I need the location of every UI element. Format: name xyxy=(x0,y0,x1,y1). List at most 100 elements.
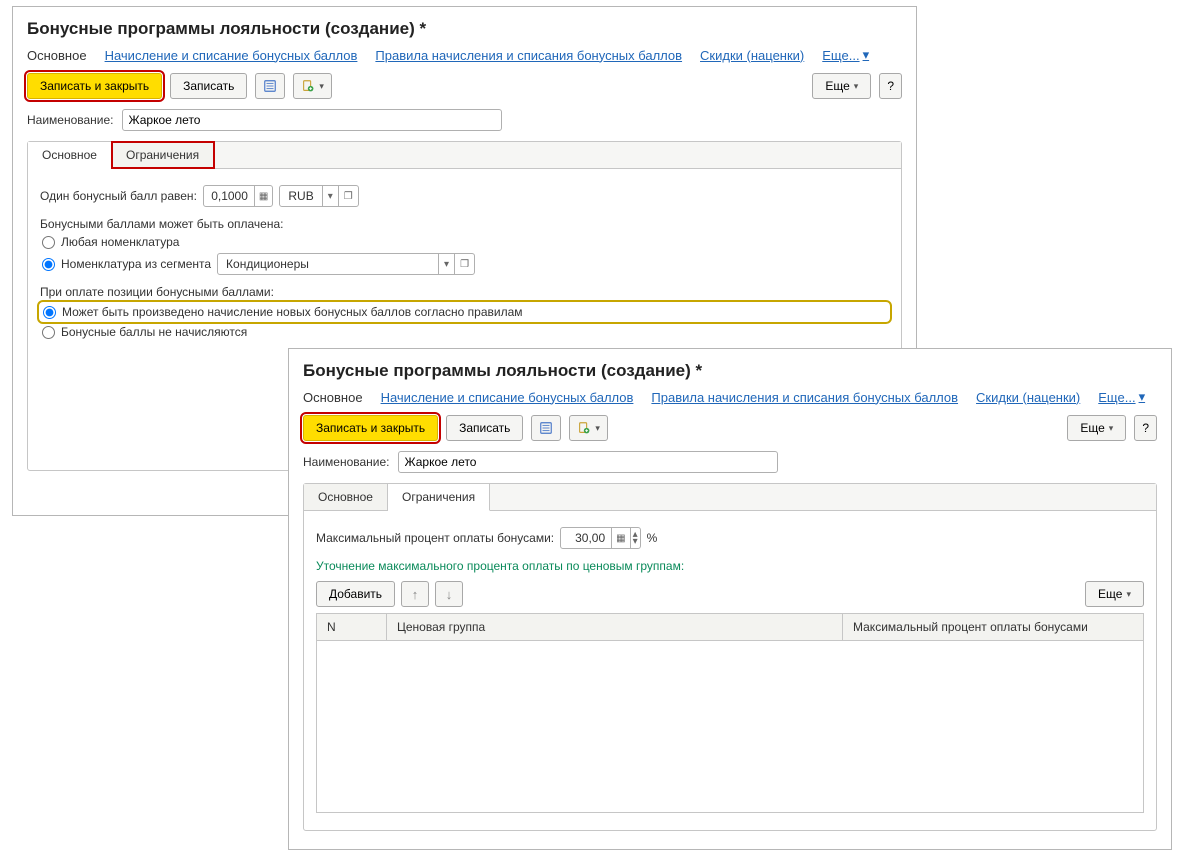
attach-icon-button[interactable]: ▾ xyxy=(569,415,608,441)
move-down-button[interactable]: ↓ xyxy=(435,581,463,607)
col-price-group[interactable]: Ценовая группа xyxy=(387,614,843,640)
more-label: Еще xyxy=(825,79,849,93)
name-label: Наименование: xyxy=(27,113,114,127)
arrow-down-icon: ↓ xyxy=(446,587,453,602)
tab-main[interactable]: Основное xyxy=(303,390,363,405)
currency-select[interactable]: RUB ▾ ❐ xyxy=(279,185,358,207)
tab-more[interactable]: Еще... ▾ xyxy=(1098,389,1145,405)
subtab-limits[interactable]: Ограничения xyxy=(112,142,214,168)
point-value-input[interactable]: 0,1000 ▦ xyxy=(203,185,273,207)
chevron-down-icon[interactable]: ▾ xyxy=(438,254,454,274)
top-tabs: Основное Начисление и списание бонусных … xyxy=(13,45,916,71)
save-and-close-button[interactable]: Записать и закрыть xyxy=(303,415,438,441)
radio-noaccrue-input[interactable] xyxy=(42,326,55,339)
open-icon[interactable]: ❐ xyxy=(454,254,474,274)
on-pay-label: При оплате позиции бонусными баллами: xyxy=(40,285,889,299)
radio-any-input[interactable] xyxy=(42,236,55,249)
tab-accrual[interactable]: Начисление и списание бонусных баллов xyxy=(105,48,358,63)
radio-no-accrue[interactable]: Бонусные баллы не начисляются xyxy=(40,325,889,339)
save-button[interactable]: Записать xyxy=(446,415,523,441)
chevron-down-icon: ▾ xyxy=(595,423,600,434)
calc-icon[interactable]: ▦ xyxy=(611,528,629,548)
clarify-label: Уточнение максимального процента оплаты … xyxy=(316,559,1144,573)
radio-accrue-input[interactable] xyxy=(43,306,56,319)
radio-accrue-label: Может быть произведено начисление новых … xyxy=(62,305,523,319)
point-value: 0,1000 xyxy=(204,187,254,205)
radio-segment-row: Номенклатура из сегмента Кондиционеры ▾ … xyxy=(40,253,889,275)
attach-icon-button[interactable]: ▾ xyxy=(293,73,332,99)
point-equals-label: Один бонусный балл равен: xyxy=(40,189,197,203)
name-input[interactable] xyxy=(398,451,778,473)
max-percent-input[interactable]: 30,00 ▦ ▴▾ xyxy=(560,527,640,549)
tab-discounts[interactable]: Скидки (наценки) xyxy=(976,390,1080,405)
subtab-body: Один бонусный балл равен: 0,1000 ▦ RUB ▾… xyxy=(28,169,901,357)
subtab-main[interactable]: Основное xyxy=(28,142,112,169)
save-and-close-button[interactable]: Записать и закрыть xyxy=(27,73,162,99)
chevron-down-icon: ▾ xyxy=(1126,589,1131,600)
subtab-main[interactable]: Основное xyxy=(304,484,388,510)
segment-select[interactable]: Кондиционеры ▾ ❐ xyxy=(217,253,475,275)
help-button[interactable]: ? xyxy=(879,73,902,99)
list-icon xyxy=(263,79,277,93)
toolbar: Записать и закрыть Записать ▾ Еще ▾ ? xyxy=(289,413,1171,447)
tab-rules[interactable]: Правила начисления и списания бонусных б… xyxy=(375,48,682,63)
chevron-down-icon[interactable]: ▾ xyxy=(322,186,338,206)
table: N Ценовая группа Максимальный процент оп… xyxy=(316,613,1144,813)
table-more-button[interactable]: Еще ▾ xyxy=(1085,581,1144,607)
tab-discounts[interactable]: Скидки (наценки) xyxy=(700,48,804,63)
radio-noaccrue-label: Бонусные баллы не начисляются xyxy=(61,325,247,339)
page-title: Бонусные программы лояльности (создание)… xyxy=(289,349,1171,387)
top-tabs: Основное Начисление и списание бонусных … xyxy=(289,387,1171,413)
segment-value: Кондиционеры xyxy=(218,255,438,273)
max-percent-value: 30,00 xyxy=(561,529,611,547)
page-title: Бонусные программы лояльности (создание)… xyxy=(13,7,916,45)
radio-seg-input[interactable] xyxy=(42,258,55,271)
toolbar: Записать и закрыть Записать ▾ Еще ▾ ? xyxy=(13,71,916,105)
radio-accrue-new[interactable]: Может быть произведено начисление новых … xyxy=(40,303,889,321)
more-button[interactable]: Еще ▾ xyxy=(1067,415,1126,441)
chevron-down-icon: ▾ xyxy=(1139,389,1146,405)
col-max-percent[interactable]: Максимальный процент оплаты бонусами xyxy=(843,614,1143,640)
add-button[interactable]: Добавить xyxy=(316,581,395,607)
subtab-bar: Основное Ограничения xyxy=(304,484,1156,511)
help-button[interactable]: ? xyxy=(1134,415,1157,441)
window-2: Бонусные программы лояльности (создание)… xyxy=(288,348,1172,850)
save-button[interactable]: Записать xyxy=(170,73,247,99)
list-icon xyxy=(539,421,553,435)
chevron-down-icon: ▾ xyxy=(1109,423,1114,434)
table-body[interactable] xyxy=(317,641,1143,812)
arrow-up-icon: ↑ xyxy=(412,587,419,602)
more-label: Еще xyxy=(1098,587,1122,601)
name-field-row: Наименование: xyxy=(13,105,916,135)
name-input[interactable] xyxy=(122,109,502,131)
tab-accrual[interactable]: Начисление и списание бонусных баллов xyxy=(381,390,634,405)
open-icon[interactable]: ❐ xyxy=(338,186,358,206)
tab-rules[interactable]: Правила начисления и списания бонусных б… xyxy=(651,390,958,405)
subtabs: Основное Ограничения Максимальный процен… xyxy=(303,483,1157,831)
more-label: Еще xyxy=(1080,421,1104,435)
tab-more-label: Еще... xyxy=(1098,390,1135,405)
max-percent-label: Максимальный процент оплаты бонусами: xyxy=(316,531,554,545)
document-add-icon xyxy=(577,421,591,435)
spinner-icon[interactable]: ▴▾ xyxy=(630,528,640,548)
move-up-button[interactable]: ↑ xyxy=(401,581,429,607)
chevron-down-icon: ▾ xyxy=(319,81,324,92)
table-header: N Ценовая группа Максимальный процент оп… xyxy=(317,614,1143,641)
report-icon-button[interactable] xyxy=(531,415,561,441)
subtab-limits[interactable]: Ограничения xyxy=(388,484,490,511)
tab-more-label: Еще... xyxy=(822,48,859,63)
more-button[interactable]: Еще ▾ xyxy=(812,73,871,99)
percent-sign: % xyxy=(647,531,658,545)
chevron-down-icon: ▾ xyxy=(854,81,859,92)
tab-main[interactable]: Основное xyxy=(27,48,87,63)
col-n[interactable]: N xyxy=(317,614,387,640)
calc-icon[interactable]: ▦ xyxy=(254,186,272,206)
document-add-icon xyxy=(301,79,315,93)
radio-any-label: Любая номенклатура xyxy=(61,235,179,249)
tab-more[interactable]: Еще... ▾ xyxy=(822,47,869,63)
report-icon-button[interactable] xyxy=(255,73,285,99)
radio-any-nomen[interactable]: Любая номенклатура xyxy=(40,235,889,249)
subtab-bar: Основное Ограничения xyxy=(28,142,901,169)
radio-seg-nomen[interactable]: Номенклатура из сегмента xyxy=(42,257,211,271)
chevron-down-icon: ▾ xyxy=(863,47,870,63)
